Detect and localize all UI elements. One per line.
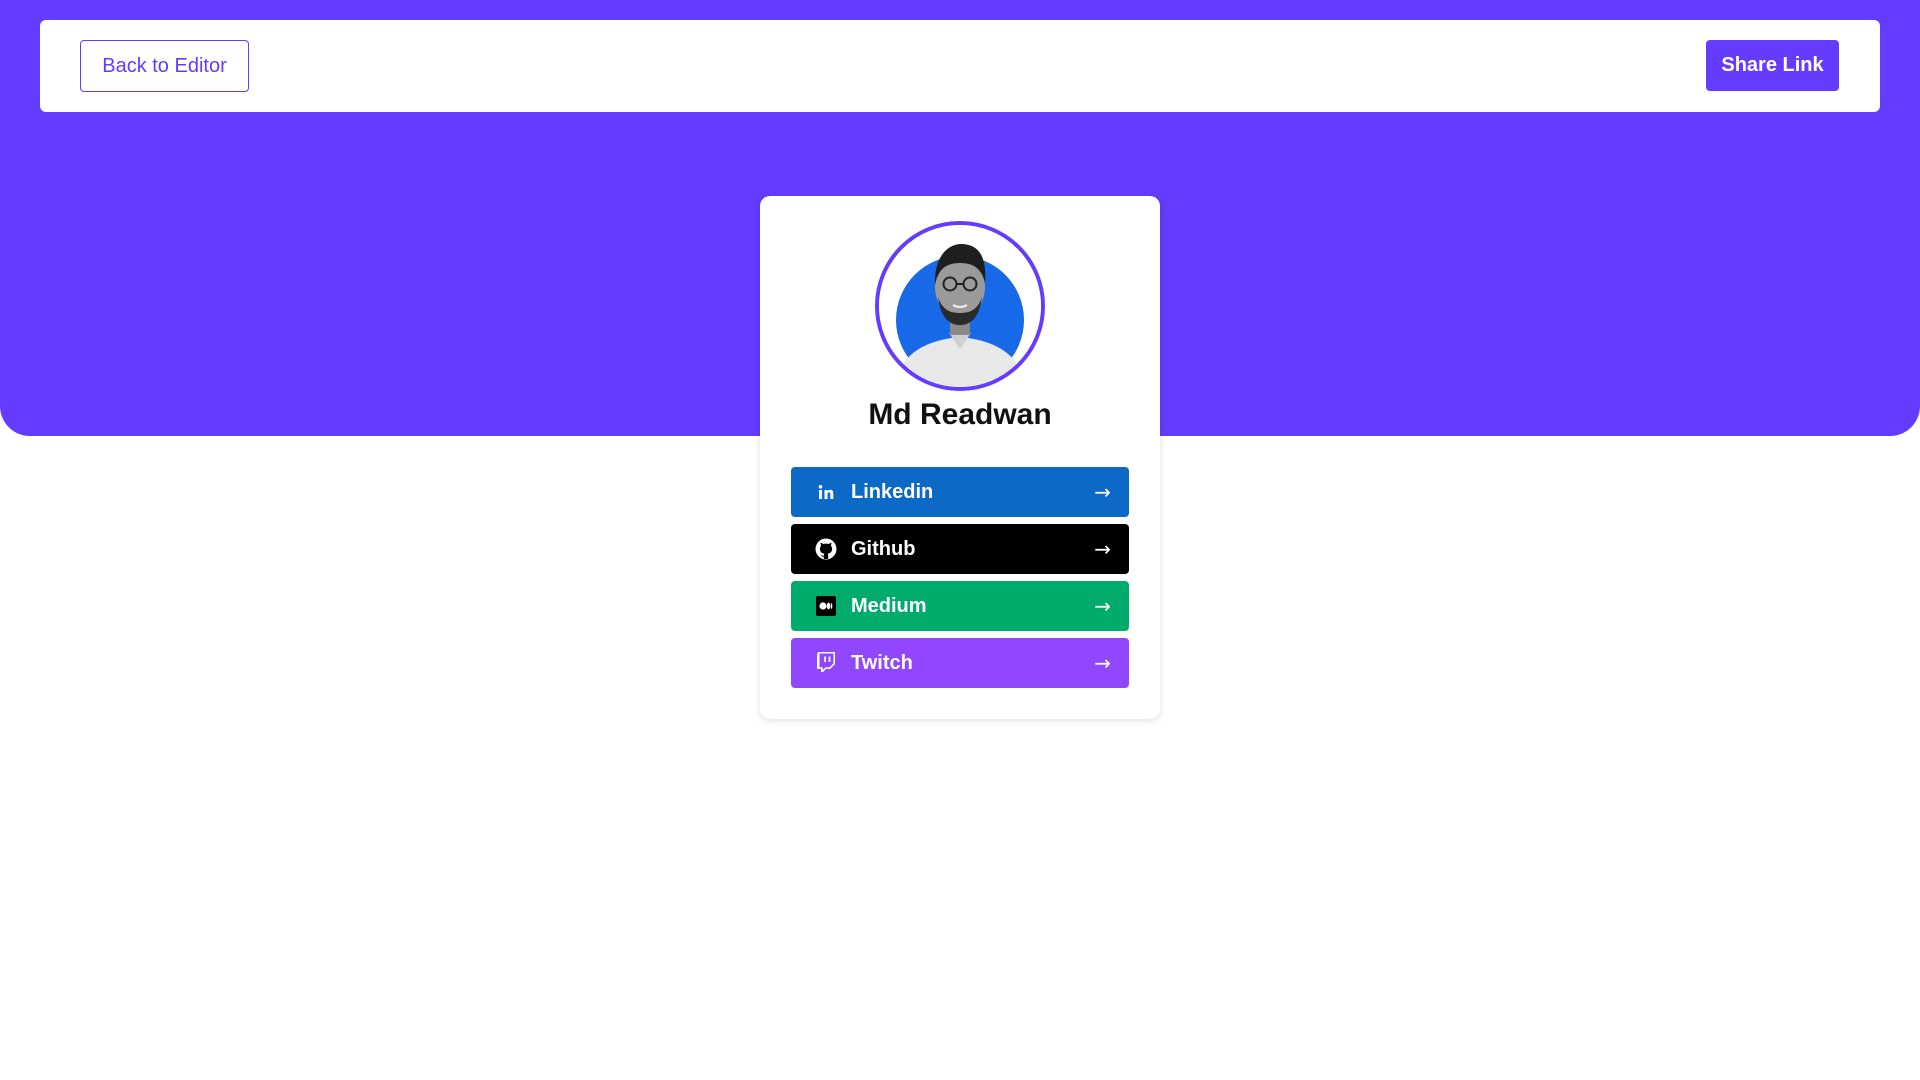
link-linkedin[interactable]: Linkedin → xyxy=(791,467,1129,517)
arrow-right-icon: → xyxy=(1094,480,1111,504)
profile-name: Md Readwan xyxy=(868,398,1052,431)
link-github[interactable]: Github → xyxy=(791,524,1129,574)
link-medium[interactable]: Medium → xyxy=(791,581,1129,631)
avatar xyxy=(875,221,1045,391)
link-label: Medium xyxy=(851,595,927,617)
arrow-right-icon: → xyxy=(1094,537,1111,561)
links-list: Linkedin → Github → Medium → Twitch → xyxy=(791,467,1129,695)
top-navigation: Back to Editor Share Link xyxy=(40,20,1880,112)
link-label: Twitch xyxy=(851,652,913,674)
arrow-right-icon: → xyxy=(1094,594,1111,618)
share-link-button[interactable]: Share Link xyxy=(1706,40,1839,91)
arrow-right-icon: → xyxy=(1094,651,1111,675)
link-twitch[interactable]: Twitch → xyxy=(791,638,1129,688)
profile-photo xyxy=(879,225,1041,387)
twitch-icon xyxy=(815,652,837,674)
link-label: Linkedin xyxy=(851,481,934,503)
back-to-editor-button[interactable]: Back to Editor xyxy=(80,40,249,92)
profile-card: Md Readwan Linkedin → Github → Medium → … xyxy=(760,196,1160,719)
linkedin-icon xyxy=(815,481,837,503)
medium-icon xyxy=(815,595,837,617)
github-icon xyxy=(815,538,837,560)
link-label: Github xyxy=(851,538,916,560)
